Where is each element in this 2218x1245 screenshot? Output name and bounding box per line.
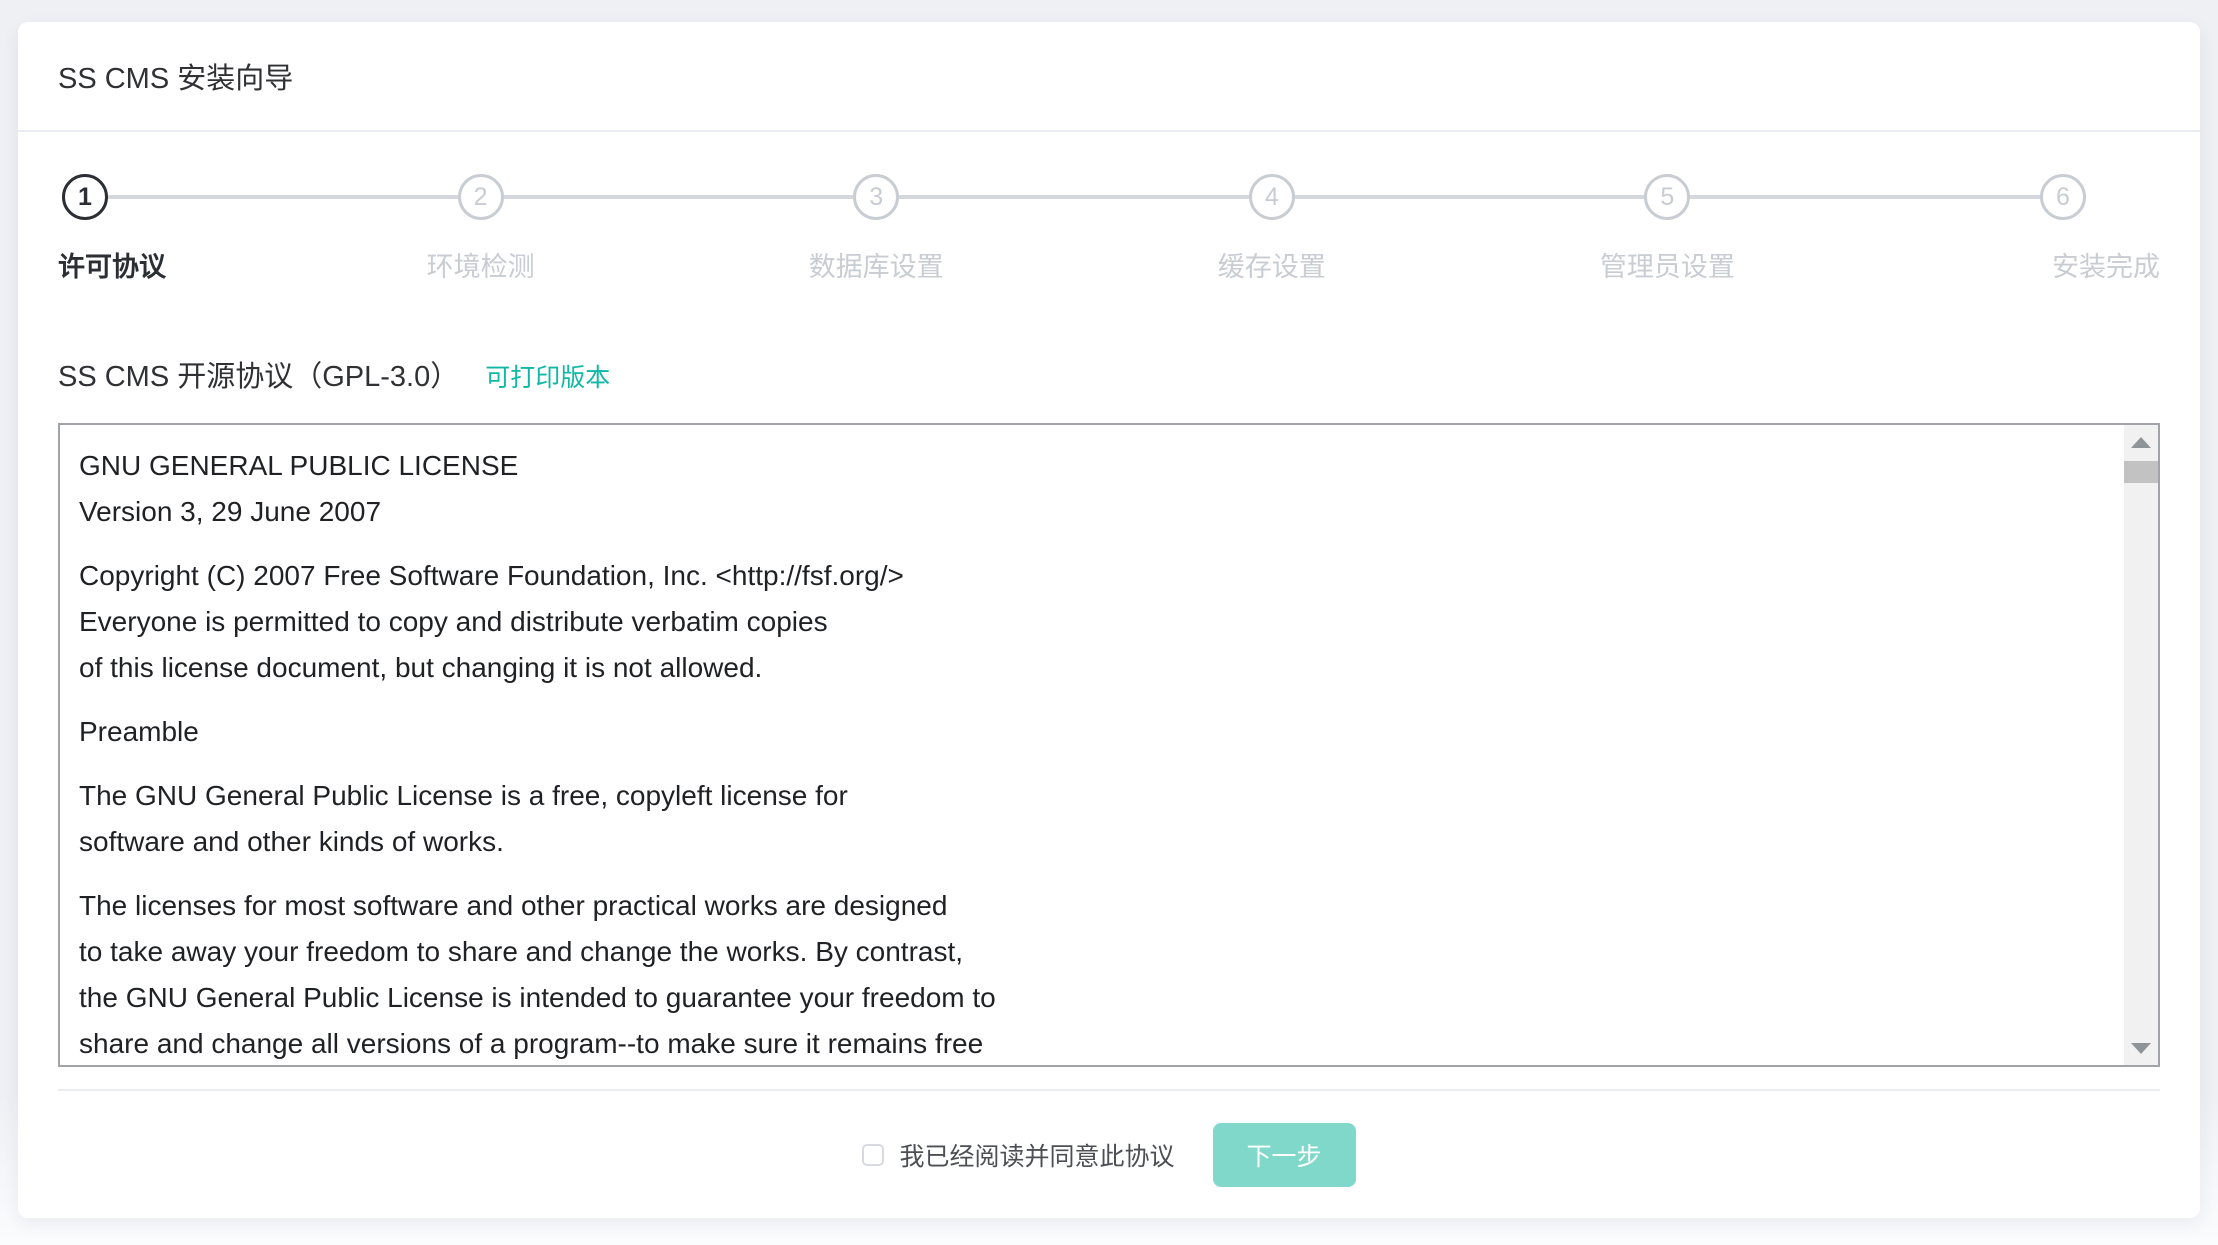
agree-checkbox[interactable] — [862, 1144, 884, 1166]
step-connector-line — [504, 195, 854, 199]
license-paragraph: Copyright (C) 2007 Free Software Foundat… — [79, 553, 2102, 691]
scrollbar-track[interactable] — [2124, 425, 2158, 1065]
card-footer: 我已经阅读并同意此协议 下一步 — [58, 1089, 2160, 1187]
license-title: SS CMS 开源协议（GPL-3.0） — [58, 353, 459, 395]
stepper-step: 2 环境检测 — [458, 174, 854, 220]
step-number-circle: 5 — [1644, 174, 1690, 220]
step-label: 环境检测 — [427, 245, 535, 284]
step-label: 缓存设置 — [1218, 245, 1326, 284]
stepper-step: 6 安装完成 — [2040, 174, 2086, 220]
step-label: 许可协议 — [58, 245, 166, 284]
step-connector-line — [1295, 195, 1645, 199]
stepper-step: 3 数据库设置 — [853, 174, 1249, 220]
scroll-up-button[interactable] — [2124, 425, 2158, 459]
install-wizard-card: SS CMS 安装向导 1 许可协议 2 环境检测 3 数据库设置 4 缓存设置… — [18, 22, 2200, 1218]
scroll-up-arrow-icon — [2131, 437, 2151, 448]
stepper: 1 许可协议 2 环境检测 3 数据库设置 4 缓存设置 5 管理员设置 6 安… — [58, 174, 2160, 220]
stepper-step: 1 许可协议 — [62, 174, 458, 220]
page-title: SS CMS 安装向导 — [58, 55, 293, 97]
step-connector-line — [1690, 195, 2040, 199]
stepper-step: 5 管理员设置 — [1644, 174, 2040, 220]
agree-checkbox-label[interactable]: 我已经阅读并同意此协议 — [899, 1137, 1174, 1173]
card-header: SS CMS 安装向导 — [18, 22, 2200, 132]
license-text: GNU GENERAL PUBLIC LICENSE Version 3, 29… — [60, 425, 2122, 1065]
scrollbar-thumb[interactable] — [2124, 461, 2158, 483]
step-number-circle: 2 — [458, 174, 504, 220]
license-paragraph: GNU GENERAL PUBLIC LICENSE Version 3, 29… — [79, 443, 2102, 535]
step-connector-line — [899, 195, 1249, 199]
step-label: 管理员设置 — [1600, 245, 1735, 284]
license-paragraph: The GNU General Public License is a free… — [79, 773, 2102, 865]
step-connector-line — [108, 195, 458, 199]
license-heading-row: SS CMS 开源协议（GPL-3.0） 可打印版本 — [58, 353, 2160, 395]
step-number-circle: 4 — [1249, 174, 1295, 220]
scroll-down-arrow-icon — [2131, 1043, 2151, 1054]
license-paragraph: The licenses for most software and other… — [79, 883, 2102, 1065]
step-number-circle: 3 — [853, 174, 899, 220]
step-label: 安装完成 — [2052, 245, 2160, 284]
stepper-step: 4 缓存设置 — [1249, 174, 1645, 220]
step-number-circle: 1 — [62, 174, 108, 220]
step-label: 数据库设置 — [809, 245, 944, 284]
next-step-button[interactable]: 下一步 — [1213, 1123, 1356, 1187]
printable-version-link[interactable]: 可打印版本 — [485, 358, 610, 394]
step-number-circle: 6 — [2040, 174, 2086, 220]
license-paragraph: Preamble — [79, 709, 2102, 755]
license-scroll-box[interactable]: GNU GENERAL PUBLIC LICENSE Version 3, 29… — [58, 423, 2160, 1067]
scroll-down-button[interactable] — [2124, 1031, 2158, 1065]
